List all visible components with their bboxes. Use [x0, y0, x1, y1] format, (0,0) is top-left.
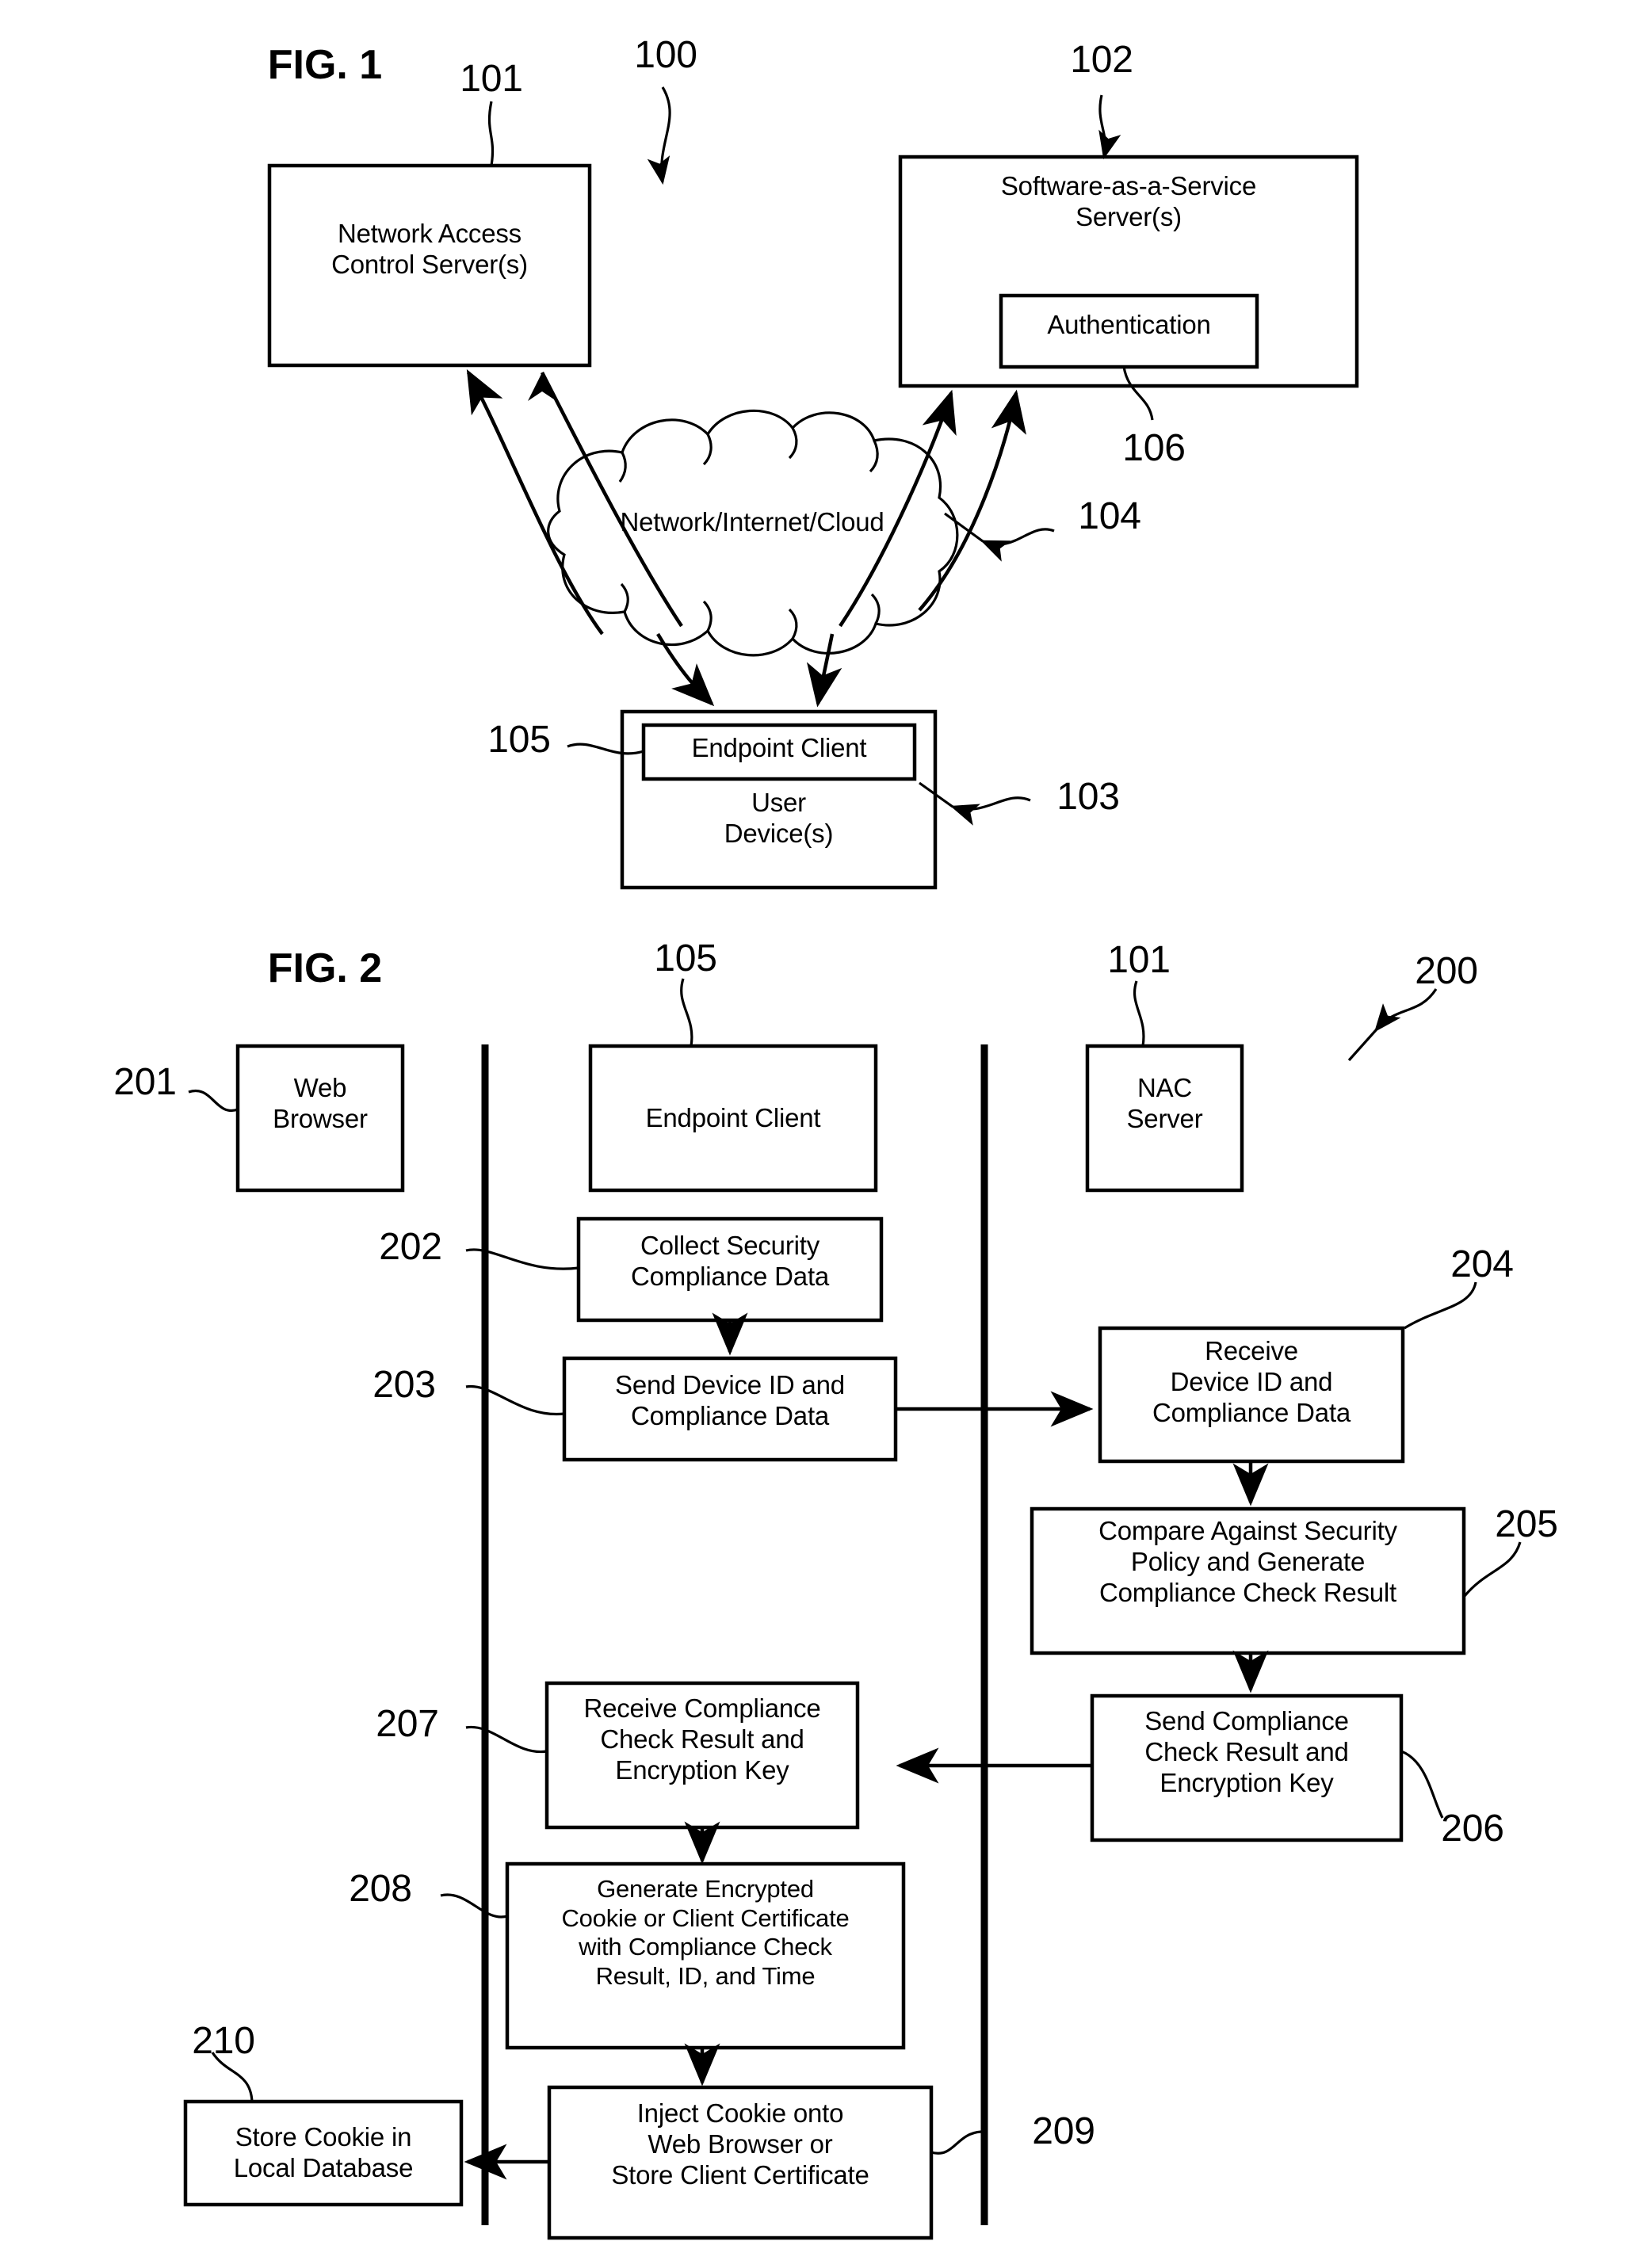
figure-1-title: FIG. 1: [267, 42, 383, 88]
user-device-label: User Device(s): [724, 788, 834, 848]
endpoint-client-label-fig1: Endpoint Client: [691, 733, 867, 762]
ref-202: 202: [379, 1226, 442, 1268]
ref-104: 104: [1078, 495, 1141, 537]
ref-105-fig1: 105: [487, 719, 551, 761]
ref-203: 203: [372, 1364, 436, 1406]
step-204-label: Receive Device ID and Compliance Data: [1152, 1336, 1351, 1427]
saas-server-label: Software-as-a-Service Server(s): [1000, 171, 1257, 231]
patent-drawing-sheet: FIG. 1 101 100 102 Network Access Contro…: [0, 0, 1639, 2268]
ref-106: 106: [1122, 427, 1186, 469]
network-cloud-label: Network/Internet/Cloud: [620, 507, 884, 536]
ref-209: 209: [1032, 2110, 1095, 2152]
step-210-label: Store Cookie in Local Database: [233, 2122, 414, 2182]
step-205-label: Compare Against Security Policy and Gene…: [1098, 1516, 1397, 1607]
step-209-label: Inject Cookie onto Web Browser or Store …: [611, 2098, 869, 2190]
step-207-label: Receive Compliance Check Result and Encr…: [583, 1693, 821, 1785]
ref-205: 205: [1495, 1503, 1558, 1545]
ref-105-fig2: 105: [654, 937, 717, 979]
ref-103: 103: [1056, 776, 1120, 818]
web-browser-label: Web Browser: [273, 1073, 368, 1133]
ref-101-fig1: 101: [460, 58, 523, 100]
authentication-label: Authentication: [1047, 310, 1211, 339]
ref-100-system: 100: [634, 34, 697, 76]
ref-206: 206: [1441, 1808, 1504, 1850]
ref-208: 208: [349, 1868, 412, 1910]
ref-101-fig2: 101: [1107, 939, 1171, 981]
ref-201: 201: [113, 1061, 177, 1103]
figure-2-title: FIG. 2: [267, 945, 383, 991]
ref-102-fig1: 102: [1070, 39, 1133, 81]
ref-200-system: 200: [1415, 950, 1478, 992]
ref-210: 210: [192, 2020, 255, 2062]
ref-204: 204: [1450, 1243, 1514, 1285]
endpoint-client-actor-label: Endpoint Client: [645, 1103, 821, 1132]
step-203-label: Send Device ID and Compliance Data: [615, 1370, 845, 1430]
nac-server-label: Network Access Control Server(s): [331, 219, 528, 279]
ref-207: 207: [376, 1703, 439, 1745]
step-202-label: Collect Security Compliance Data: [630, 1231, 830, 1291]
step-206-label: Send Compliance Check Result and Encrypt…: [1144, 1706, 1349, 1797]
nac-server-actor-label: NAC Server: [1126, 1073, 1203, 1133]
step-208-label: Generate Encrypted Cookie or Client Cert…: [561, 1875, 850, 1990]
